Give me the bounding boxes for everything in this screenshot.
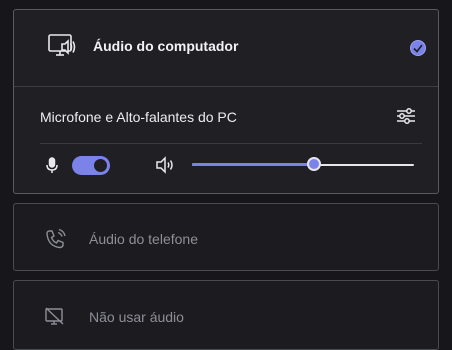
header-divider: [14, 86, 438, 87]
phone-audio-label: Áudio do telefone: [89, 231, 198, 247]
phone-audio-icon: [44, 228, 68, 255]
microphone-toggle[interactable]: [72, 156, 110, 175]
device-divider: [40, 143, 422, 144]
no-audio-label: Não usar áudio: [89, 309, 184, 325]
computer-audio-icon: [47, 33, 77, 66]
computer-audio-option[interactable]: Áudio do computador Microfone e Alto-fal…: [13, 9, 439, 194]
computer-audio-header[interactable]: Áudio do computador: [14, 10, 438, 86]
volume-thumb[interactable]: [307, 157, 322, 171]
no-audio-icon: [44, 307, 66, 332]
device-label: Microfone e Alto-falantes do PC: [40, 109, 237, 125]
no-audio-option[interactable]: Não usar áudio: [13, 280, 439, 350]
device-settings-button[interactable]: [395, 106, 417, 126]
device-settings-icon: [397, 108, 415, 124]
selected-radio[interactable]: [410, 40, 426, 56]
toggle-knob: [94, 159, 107, 172]
volume-slider[interactable]: [192, 156, 414, 174]
phone-audio-option[interactable]: Áudio do telefone: [13, 203, 439, 271]
device-row: Microfone e Alto-falantes do PC: [14, 95, 438, 135]
checkmark-icon: [413, 44, 423, 53]
volume-fill: [192, 163, 315, 166]
speaker-icon: [155, 156, 175, 179]
computer-audio-title: Áudio do computador: [93, 38, 239, 54]
audio-controls-row: [14, 148, 438, 182]
microphone-icon: [46, 157, 58, 179]
